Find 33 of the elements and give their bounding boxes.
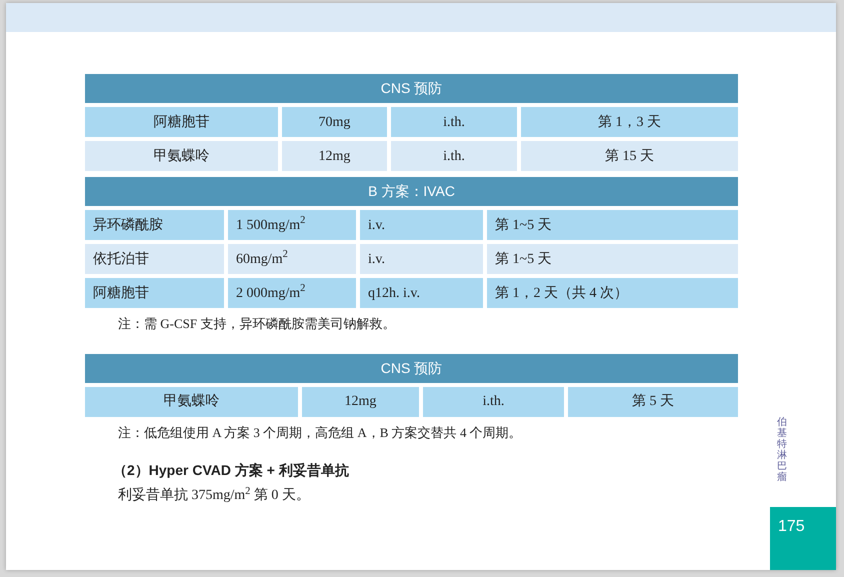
page-number: 175	[770, 507, 836, 570]
table-cell: i.th.	[391, 107, 517, 137]
side-label: 伯基特淋巴瘤	[777, 417, 787, 483]
table-cell: i.th.	[391, 141, 517, 171]
table-cell: q12h. i.v.	[360, 278, 483, 308]
table-note: 注：需 G-CSF 支持，异环磷酰胺需美司钠解救。	[117, 315, 396, 333]
table-cell: 阿糖胞苷	[85, 278, 224, 308]
table-cell: 第 1，2 天（共 4 次）	[487, 278, 738, 308]
table-cell: 第 1~5 天	[487, 244, 738, 274]
table-cell: 甲氨蝶呤	[85, 386, 298, 416]
table-header: B 方案：IVAC	[85, 177, 738, 206]
table-cell: 12mg	[282, 141, 387, 171]
table-cell: 60mg/m$^{2}$	[228, 244, 356, 274]
table-cell: 1 500mg/m$^{2}$	[228, 210, 356, 240]
table-cell: i.v.	[360, 210, 483, 240]
table-cell: 第 15 天	[521, 141, 738, 171]
table-cell: i.v.	[360, 244, 483, 274]
table-cell: 甲氨蝶呤	[85, 141, 278, 171]
table-cell: 阿糖胞苷	[85, 107, 278, 137]
table-cell: 70mg	[282, 107, 387, 137]
body-text: 利妥昔单抗 375mg/m$^{2}$ 第 0 天。	[117, 485, 311, 505]
table-header: CNS 预防	[85, 74, 738, 103]
table-cell: 12mg	[302, 386, 419, 416]
table-header: CNS 预防	[85, 354, 738, 382]
table-cell: 依托泊苷	[85, 244, 224, 274]
section-heading: （2）Hyper CVAD 方案 + 利妥昔单抗	[112, 461, 350, 480]
table-note: 注：低危组使用 A 方案 3 个周期，高危组 A，B 方案交替共 4 个周期。	[117, 424, 523, 442]
table-cell: 第 5 天	[568, 386, 738, 416]
table-cell: 2 000mg/m$^{2}$	[228, 278, 356, 308]
table-cell: 第 1~5 天	[487, 210, 738, 240]
table-cell: 异环磷酰胺	[85, 210, 224, 240]
table-cell: i.th.	[423, 386, 564, 416]
table-cell: 第 1，3 天	[521, 107, 738, 137]
